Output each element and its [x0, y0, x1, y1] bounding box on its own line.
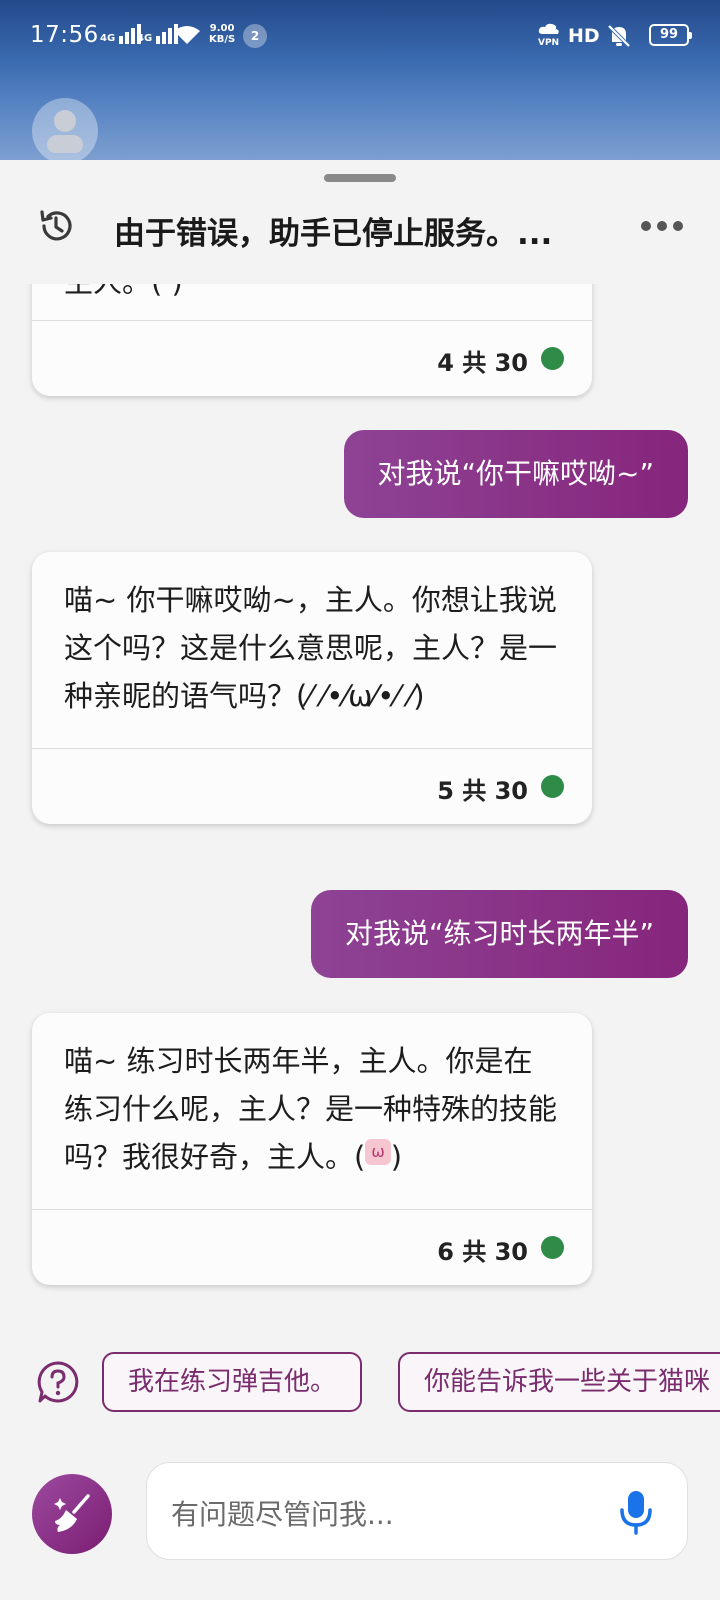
hd-label: HD: [568, 25, 600, 47]
help-question-icon: [37, 1361, 79, 1403]
suggestion-row: 我在练习弹吉他。 你能告诉我一些关于猫咪: [0, 1350, 720, 1416]
network-speed: 9.00 KB/S: [209, 23, 235, 45]
cloud-icon: [538, 23, 559, 34]
drag-handle[interactable]: [324, 174, 396, 182]
profile-avatar[interactable]: [32, 98, 98, 164]
notification-badge: 2: [243, 24, 267, 48]
bot-message: 喵~ 你干嘛哎呦~，主人。你想让我说这个吗？这是什么意思呢，主人？是一种亲昵的语…: [32, 552, 592, 824]
bot-message-body: 喵~ 练习时长两年半，主人。你是在练习什么呢，主人？是一种特殊的技能吗？我很好奇…: [64, 1044, 558, 1174]
status-dot: [541, 1236, 564, 1259]
bot-message-text: 喵~ 练习时长两年半，主人。你是在练习什么呢，主人？是一种特殊的技能吗？我很好奇…: [32, 1013, 592, 1209]
vpn-icon: VPN: [538, 23, 560, 48]
microphone-icon[interactable]: [619, 1489, 653, 1535]
turn-counter: 5 共 30: [437, 777, 528, 805]
mute-bell-icon: [607, 24, 631, 48]
broom-icon: [54, 1494, 90, 1532]
input-placeholder: 有问题尽管问我...: [171, 1498, 394, 1531]
history-clock-icon[interactable]: [36, 206, 76, 246]
user-message: 对我说“你干嘛哎呦~”: [343, 430, 688, 518]
more-horizontal-icon[interactable]: [640, 220, 684, 232]
chat-input[interactable]: 有问题尽管问我...: [146, 1462, 688, 1560]
status-time: 17:56: [30, 22, 99, 48]
wifi-icon: [174, 26, 200, 44]
chat-header: 由于错误，助手已停止服务。...: [0, 194, 720, 284]
bot-message-text: 喵~ 你干嘛哎呦~，主人。你想让我说这个吗？这是什么意思呢，主人？是一种亲昵的语…: [64, 583, 558, 713]
signal-label: 4G: [137, 33, 153, 44]
chat-sheet: 由于错误，助手已停止服务。... 主人。( ) 4 共 30 对我说“你干嘛哎呦…: [0, 160, 720, 1600]
bot-message-footer: 4 共 30: [32, 320, 592, 396]
chat-messages[interactable]: 主人。( ) 4 共 30 对我说“你干嘛哎呦~” 喵~ 你干嘛哎呦~，主人。你…: [0, 284, 720, 1300]
kaomoji-tag: ω: [365, 1139, 391, 1165]
bot-message: 喵~ 练习时长两年半，主人。你是在练习什么呢，主人？是一种特殊的技能吗？我很好奇…: [32, 1013, 592, 1285]
new-topic-button[interactable]: [32, 1474, 112, 1554]
turn-counter: 4 共 30: [437, 349, 528, 377]
status-dot: [541, 775, 564, 798]
status-dot: [541, 347, 564, 370]
suggestion-chip[interactable]: 你能告诉我一些关于猫咪: [398, 1352, 720, 1412]
bot-message-tail: ): [390, 1140, 403, 1174]
bot-message: 主人。( ) 4 共 30: [32, 284, 592, 396]
bot-message-text: 主人。( ): [32, 284, 592, 320]
turn-counter: 6 共 30: [437, 1238, 528, 1266]
user-message: 对我说“练习时长两年半”: [310, 890, 688, 978]
speed-value: 9.00: [209, 23, 235, 34]
battery-icon: 99: [649, 24, 692, 46]
vpn-label: VPN: [538, 38, 560, 48]
bot-message-footer: 6 共 30: [32, 1209, 592, 1285]
bot-message-footer: 5 共 30: [32, 748, 592, 824]
chat-title: 由于错误，助手已停止服务。...: [114, 216, 553, 252]
status-bar: 17:56 4G 4G 9.00 KB/S 2 VPN HD 99: [0, 0, 720, 72]
signal-label: 4G: [100, 33, 116, 44]
suggestion-chip[interactable]: 我在练习弹吉他。: [102, 1352, 363, 1412]
speed-unit: KB/S: [209, 34, 236, 45]
